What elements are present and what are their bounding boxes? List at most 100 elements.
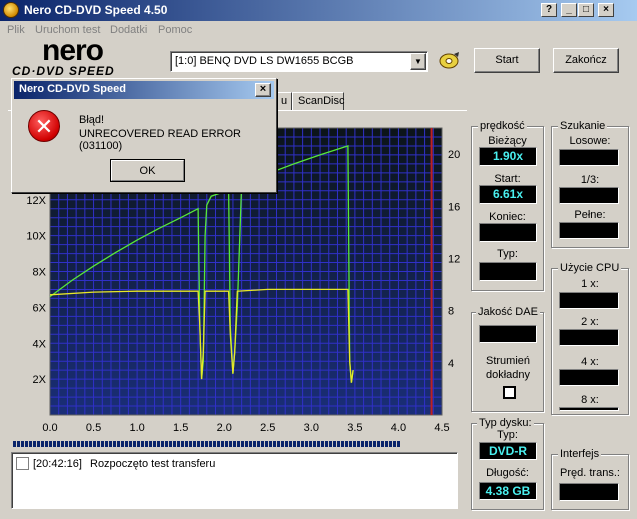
progress-segment: [277, 441, 280, 447]
progress-segment: [89, 441, 92, 447]
progress-segment: [325, 441, 328, 447]
current-speed-label: Bieżący: [488, 135, 527, 147]
seek-random-label: Losowe:: [569, 135, 611, 147]
progress-segment: [365, 441, 368, 447]
progress-segment: [393, 441, 396, 447]
cpu-8x-value: [559, 407, 619, 411]
progress-segment: [29, 441, 32, 447]
dae-quality-value: [479, 325, 537, 343]
progress-segment: [97, 441, 100, 447]
progress-segment: [17, 441, 20, 447]
maximize-button[interactable]: □: [578, 3, 594, 17]
progress-segment: [53, 441, 56, 447]
progress-segment: [333, 441, 336, 447]
accurate-stream-checkbox[interactable]: [503, 386, 516, 399]
progress-segment: [369, 441, 372, 447]
progress-segment: [257, 441, 260, 447]
minimize-button[interactable]: _: [561, 3, 577, 17]
progress-segment: [57, 441, 60, 447]
dialog-title: Nero CD-DVD Speed: [19, 83, 126, 95]
cpu-2x-label: 2 x:: [581, 316, 599, 328]
progress-segment: [25, 441, 28, 447]
progress-segment: [233, 441, 236, 447]
nero-app-icon: [3, 2, 19, 18]
tab-scandisc[interactable]: ScanDisc: [292, 92, 344, 111]
ok-button[interactable]: OK: [110, 159, 185, 182]
progress-segment: [49, 441, 52, 447]
progress-segment: [301, 441, 304, 447]
start-speed-value: 6.61x: [479, 185, 537, 204]
progress-segment: [221, 441, 224, 447]
window-title: Nero CD-DVD Speed 4.50: [24, 3, 168, 17]
progress-segment: [225, 441, 228, 447]
progress-segment: [101, 441, 104, 447]
progress-segment: [285, 441, 288, 447]
tab-transfer[interactable]: u: [276, 92, 292, 111]
progress-segment: [73, 441, 76, 447]
progress-segment: [241, 441, 244, 447]
speed-type-value: [479, 262, 537, 281]
progress-segment: [77, 441, 80, 447]
progress-segment: [321, 441, 324, 447]
menu-extras[interactable]: Dodatki: [110, 24, 147, 36]
progress-segment: [313, 441, 316, 447]
cpu-4x-label: 4 x:: [581, 356, 599, 368]
menu-help[interactable]: Pomoc: [158, 24, 192, 36]
cpu-4x-value: [559, 369, 619, 386]
progress-segment: [309, 441, 312, 447]
progress-segment: [173, 441, 176, 447]
start-button[interactable]: Start: [474, 48, 540, 73]
progress-segment: [133, 441, 136, 447]
progress-segment: [361, 441, 364, 447]
seek-random-value: [559, 149, 619, 166]
progress-segment: [289, 441, 292, 447]
progress-segment: [197, 441, 200, 447]
progress-segment: [205, 441, 208, 447]
current-speed-value: 1.90x: [479, 147, 537, 166]
help-button[interactable]: ?: [541, 3, 557, 17]
progress-segment: [105, 441, 108, 447]
start-speed-label: Start:: [494, 173, 521, 185]
log-entry-icon: [16, 457, 29, 470]
progress-segment: [81, 441, 84, 447]
progress-segment: [237, 441, 240, 447]
progress-segment: [61, 441, 64, 447]
progress-segment: [185, 441, 188, 447]
log-box[interactable]: [20:42:16] Rozpoczęto test transferu: [11, 452, 458, 509]
progress-segment: [397, 441, 400, 447]
progress-segment: [213, 441, 216, 447]
seek-third-label: 1/3:: [580, 174, 600, 186]
progress-segment: [389, 441, 392, 447]
progress-segment: [117, 441, 120, 447]
disc-eject-icon: [439, 52, 459, 69]
progress-segment: [41, 441, 44, 447]
close-button[interactable]: ×: [598, 3, 614, 17]
ok-button-label: OK: [111, 160, 184, 181]
progress-segment: [249, 441, 252, 447]
progress-segment: [165, 441, 168, 447]
eject-button[interactable]: [434, 49, 464, 73]
dialog-message-detail: UNRECOVERED READ ERROR (031100): [79, 128, 241, 152]
progress-segment: [125, 441, 128, 447]
progress-segment: [357, 441, 360, 447]
dialog-close-button[interactable]: ×: [255, 83, 271, 97]
progress-bar: [13, 441, 469, 447]
progress-segment: [265, 441, 268, 447]
progress-segment: [317, 441, 320, 447]
progress-segment: [385, 441, 388, 447]
burst-rate-label: Pręd. trans.:: [560, 467, 620, 479]
log-message: Rozpoczęto test transferu: [90, 458, 216, 470]
progress-segment: [113, 441, 116, 447]
seek-group-title: Szukanie: [558, 120, 608, 132]
drive-select[interactable]: [1:0] BENQ DVD LS DW1655 BCGB ▼: [170, 51, 428, 72]
menu-file[interactable]: Plik: [7, 24, 25, 36]
seek-full-label: Pełne:: [574, 209, 606, 221]
logo-subtitle: CD·DVD SPEED: [12, 64, 115, 78]
progress-segment: [217, 441, 220, 447]
progress-segment: [33, 441, 36, 447]
log-time: [20:42:16]: [33, 458, 82, 470]
quit-button[interactable]: Zakończ: [553, 48, 619, 73]
chevron-down-icon[interactable]: ▼: [410, 53, 426, 70]
title-bar: Nero CD-DVD Speed 4.50 ? _ □ ×: [0, 0, 637, 21]
progress-segment: [229, 441, 232, 447]
